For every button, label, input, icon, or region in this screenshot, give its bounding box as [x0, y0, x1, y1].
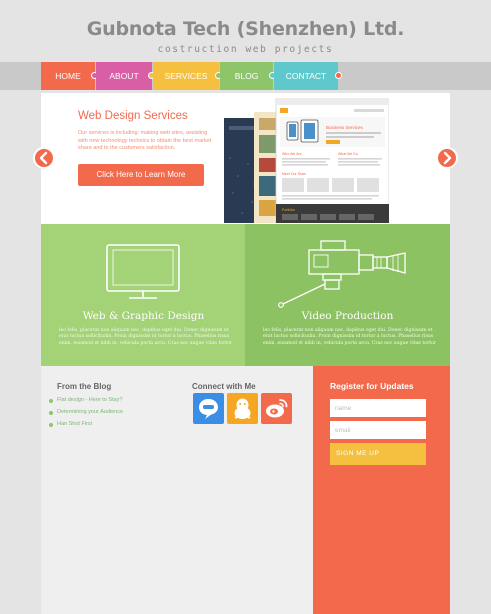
- connect-heading: Connect with Me: [192, 382, 256, 391]
- weibo-icon: [266, 399, 288, 418]
- mockup-card-label: Meet Our Team: [282, 172, 306, 176]
- speech-bubble-icon: [199, 399, 218, 419]
- penguin-icon: [234, 398, 251, 419]
- mockup-site-heading: Business Services: [326, 125, 364, 130]
- blog-post-link[interactable]: Determining your Audience: [57, 409, 123, 415]
- nav-item-services[interactable]: SERVICES: [153, 62, 219, 90]
- mockup-card-label: What We Do: [338, 152, 358, 156]
- service-text: leo felis, placerat non aliquam nec, dap…: [263, 328, 437, 346]
- service-video-production: Video Production leo felis, placerat non…: [245, 224, 450, 366]
- mockup-card-label: Portfolio: [282, 208, 295, 212]
- nav-item-blog[interactable]: BLOG: [220, 62, 273, 90]
- social-weibo-button[interactable]: [261, 393, 292, 424]
- nav-separator-dot: [335, 72, 342, 79]
- monitor-icon: [106, 244, 180, 299]
- name-field[interactable]: [330, 399, 426, 417]
- site-header: Gubnota Tech (Shenzhen) Ltd. costruction…: [0, 0, 491, 62]
- bullet-icon: [49, 411, 53, 415]
- register-heading: Register for Updates: [330, 381, 414, 391]
- website-mockup-image: Business Services Who We Are What We Do …: [224, 98, 389, 223]
- service-title: Video Production: [301, 310, 394, 322]
- sign-up-button[interactable]: SIGN ME UP: [330, 443, 426, 465]
- blog-column: From the Blog Flat design - Here to Stay…: [41, 366, 185, 614]
- connect-column: Connect with Me: [185, 366, 313, 614]
- main-nav: HOME ABOUT SERVICES BLOG CONTACT: [0, 62, 491, 90]
- slider-next-button[interactable]: [436, 147, 458, 169]
- mockup-card-label: Who We Are: [282, 152, 302, 156]
- learn-more-button[interactable]: Click Here to Learn More: [78, 164, 204, 186]
- services-section: Web & Graphic Design leo felis, placerat…: [41, 224, 450, 366]
- slider-prev-button[interactable]: [33, 147, 55, 169]
- blog-post-link[interactable]: Han Shot First: [57, 421, 92, 427]
- service-title: Web & Graphic Design: [82, 310, 205, 322]
- chevron-right-icon: [443, 151, 452, 165]
- hero-slider: Web Design Services Our services is incl…: [41, 93, 450, 229]
- service-web-design: Web & Graphic Design leo felis, placerat…: [41, 224, 246, 366]
- blog-post-link[interactable]: Flat design - Here to Stay?: [57, 397, 122, 403]
- site-title: Gubnota Tech (Shenzhen) Ltd.: [86, 18, 405, 40]
- social-qq-button[interactable]: [227, 393, 258, 424]
- video-camera-icon: [278, 240, 406, 308]
- nav-item-contact[interactable]: CONTACT: [274, 62, 338, 90]
- nav-item-about[interactable]: ABOUT: [96, 62, 152, 90]
- social-chat-button[interactable]: [193, 393, 224, 424]
- slide-heading: Web Design Services: [78, 110, 188, 122]
- bullet-icon: [49, 423, 53, 427]
- chevron-left-icon: [39, 151, 48, 165]
- site-tagline: costruction web projects: [157, 44, 334, 55]
- register-column: Register for Updates SIGN ME UP: [313, 366, 450, 614]
- email-field[interactable]: [330, 421, 426, 439]
- service-text: leo felis, placerat non aliquam nec, dap…: [59, 328, 233, 346]
- bullet-icon: [49, 399, 53, 403]
- nav-item-home[interactable]: HOME: [41, 62, 95, 90]
- slide-text: Our services is including: making web si…: [78, 130, 212, 151]
- blog-heading: From the Blog: [57, 382, 112, 391]
